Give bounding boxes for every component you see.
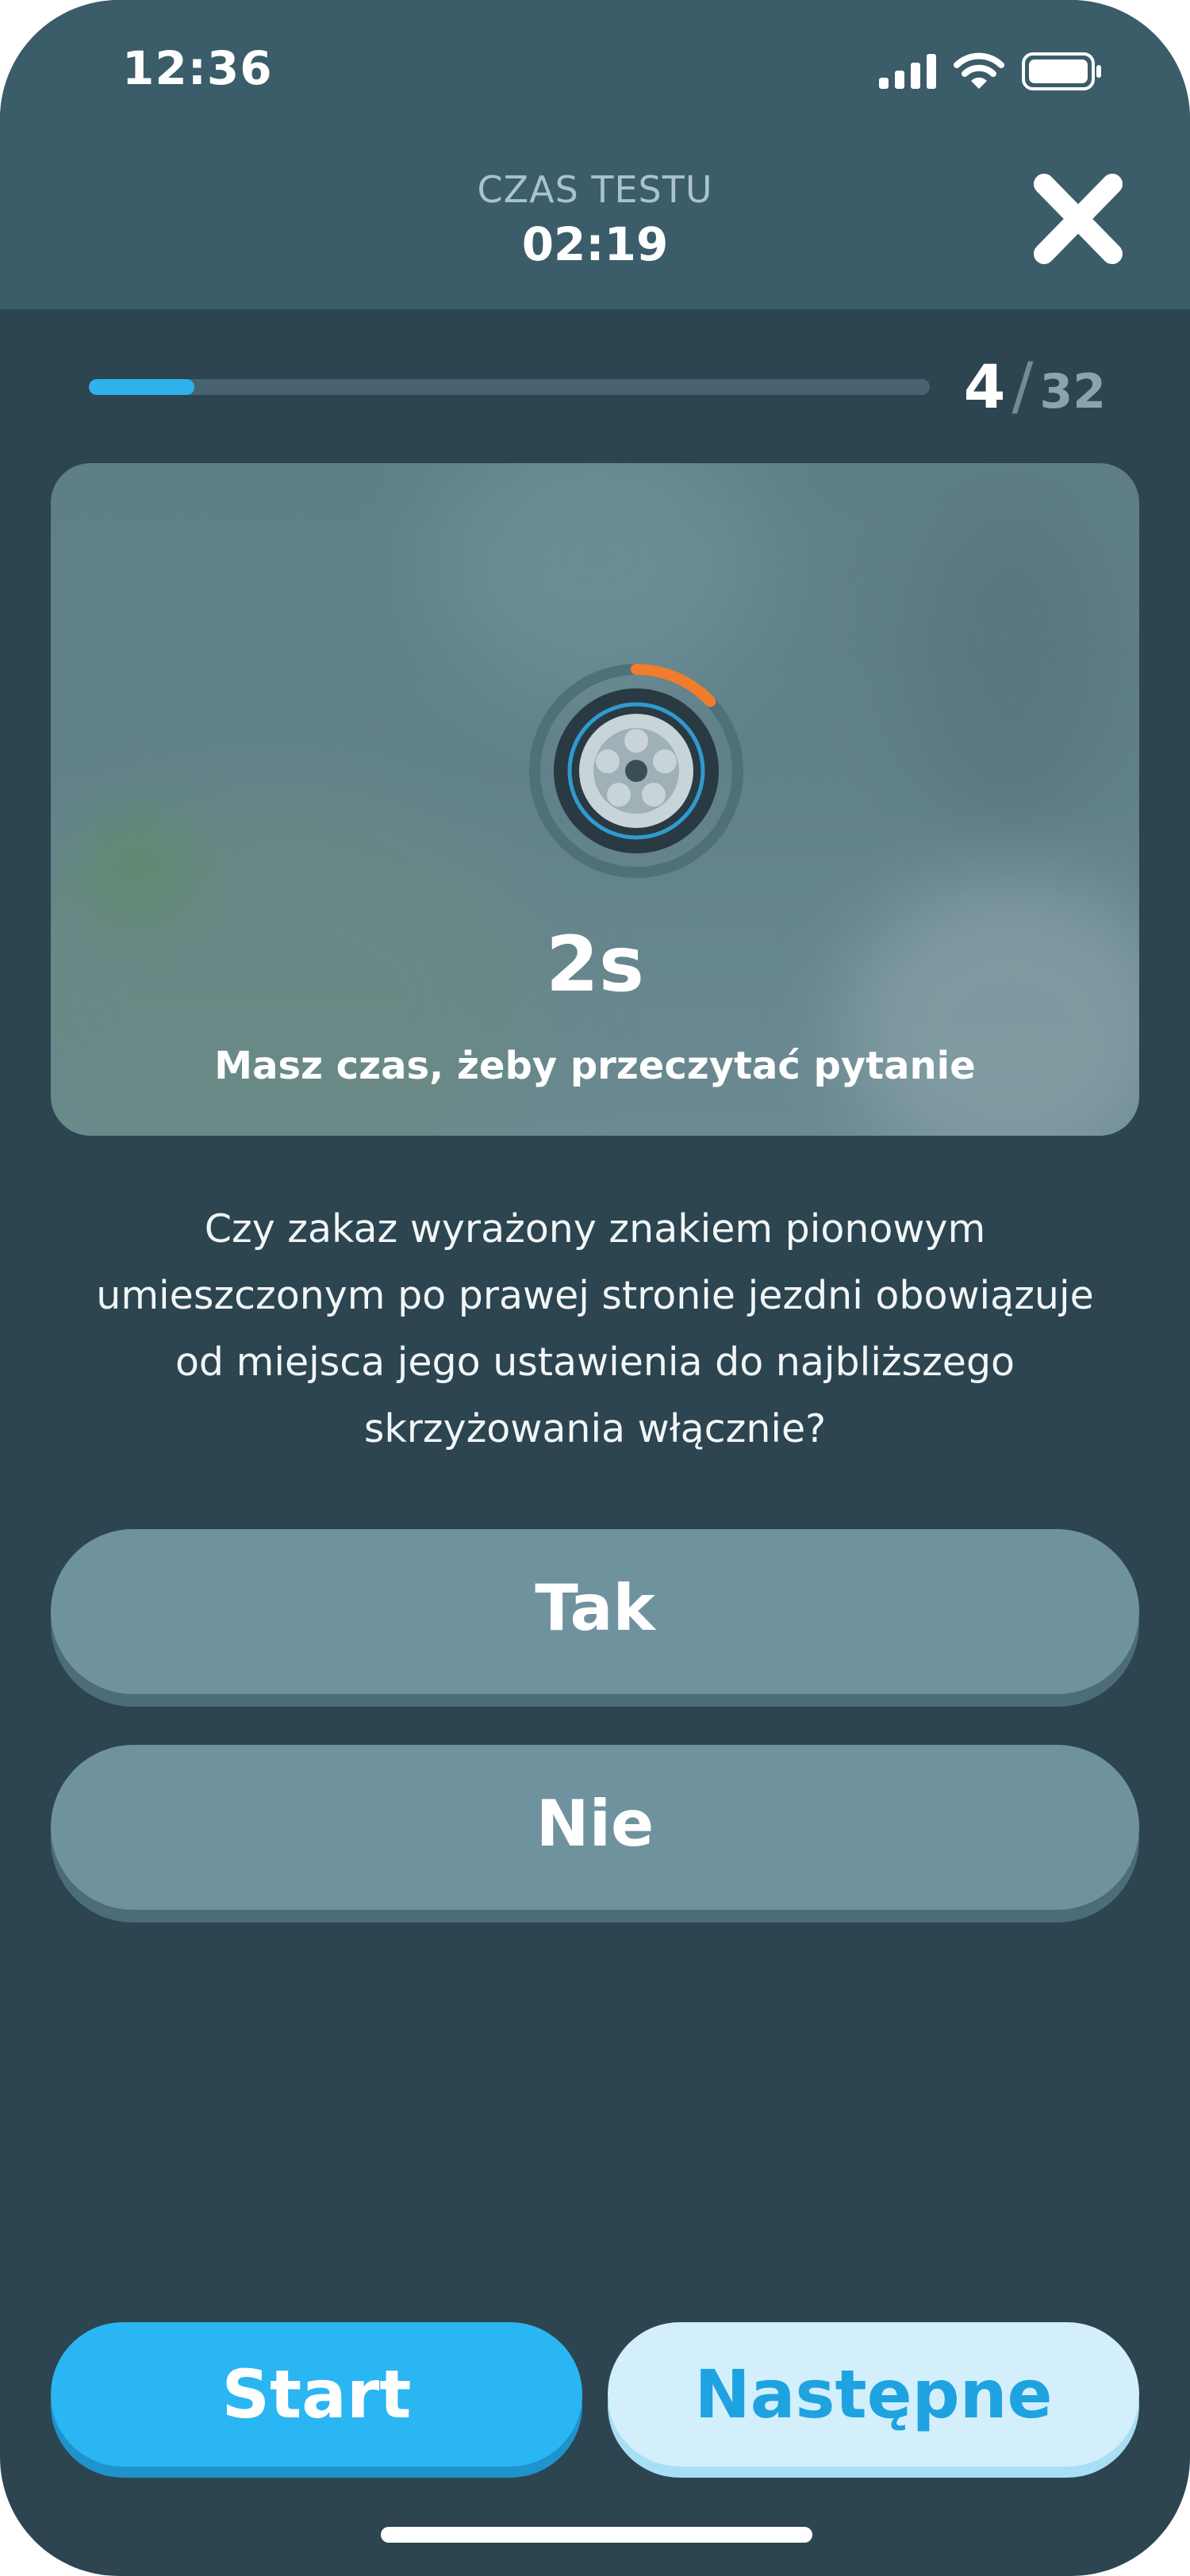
total-questions-number: 32: [1039, 364, 1107, 420]
test-time-value: 02:19: [521, 217, 669, 271]
answer-no-button[interactable]: Nie: [51, 1745, 1139, 1910]
counter-separator: /: [1012, 349, 1034, 423]
blurred-background-shape: [83, 812, 194, 923]
progress-bar: [89, 379, 930, 395]
battery-icon: [1022, 52, 1101, 90]
signal-icon: [879, 54, 936, 89]
answer-yes-button[interactable]: Tak: [51, 1529, 1139, 1694]
close-icon: [1034, 174, 1123, 264]
status-icons: [879, 52, 1103, 90]
question-counter: 4 / 32: [964, 349, 1106, 423]
header: 12:36 CZAS TESTU 02:19: [0, 0, 1190, 309]
countdown-loader: [527, 661, 746, 880]
next-button[interactable]: Następne: [608, 2322, 1139, 2467]
app-screen: 12:36 CZAS TESTU 02:19 4 / 32 2s Masz cz…: [0, 0, 1190, 2576]
start-button[interactable]: Start: [51, 2322, 582, 2467]
progress-bar-fill: [89, 379, 194, 395]
home-indicator: [381, 2527, 812, 2543]
close-button[interactable]: [1028, 171, 1128, 266]
tire-wheel-icon: [554, 688, 719, 853]
current-question-number: 4: [963, 351, 1006, 422]
blurred-background-shape: [908, 495, 1114, 828]
countdown-seconds: 2s: [546, 920, 644, 1009]
test-time-label: CZAS TESTU: [477, 168, 713, 211]
question-media: 2s Masz czas, żeby przeczytać pytanie: [51, 463, 1139, 1136]
wifi-icon: [954, 52, 1004, 89]
question-text: Czy zakaz wyrażony znakiem pionowym umie…: [96, 1206, 1094, 1451]
status-time: 12:36: [122, 41, 273, 95]
reading-time-message: Masz czas, żeby przeczytać pytanie: [214, 1044, 976, 1088]
